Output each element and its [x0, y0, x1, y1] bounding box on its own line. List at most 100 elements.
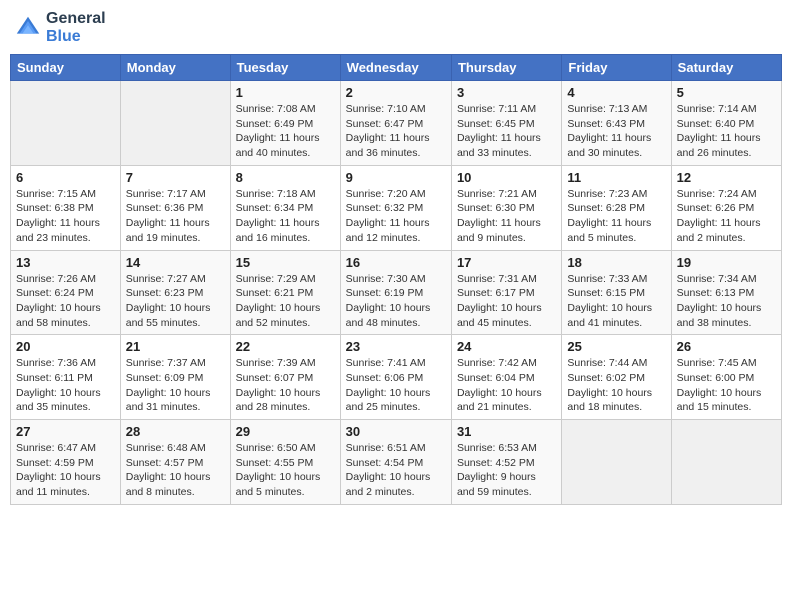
- calendar-cell: 9Sunrise: 7:20 AM Sunset: 6:32 PM Daylig…: [340, 165, 451, 250]
- calendar-cell: 21Sunrise: 7:37 AM Sunset: 6:09 PM Dayli…: [120, 335, 230, 420]
- calendar-cell: 14 Sunrise: 7:27 AM Sunset: 6:23 PM Dayli…: [120, 250, 230, 335]
- weekday-header-tuesday: Tuesday: [230, 55, 340, 81]
- calendar-cell: 29 Sunrise: 6:50 AM Sunset: 4:55 PM Dayli…: [230, 420, 340, 505]
- calendar-cell: 11 Sunrise: 7:23 AM Sunset: 6:28 PM Dayli…: [562, 165, 671, 250]
- day-info: Sunrise: 7:23 AM Sunset: 6:28 PM Dayligh…: [567, 187, 665, 246]
- day-number: 26: [677, 339, 776, 354]
- week-row-3: 13Sunrise: 7:26 AM Sunset: 6:24 PM Dayli…: [11, 250, 782, 335]
- calendar-cell: 31 Sunrise: 6:53 AM Sunset: 4:52 PM Dayli…: [451, 420, 561, 505]
- calendar-cell: 15 Sunrise: 7:29 AM Sunset: 6:21 PM Dayli…: [230, 250, 340, 335]
- logo: General Blue: [14, 10, 106, 46]
- day-number: 15: [236, 255, 335, 270]
- day-info: Sunrise: 7:42 AM Sunset: 6:04 PM Dayligh…: [457, 356, 556, 415]
- calendar-cell: 24 Sunrise: 7:42 AM Sunset: 6:04 PM Dayli…: [451, 335, 561, 420]
- calendar-cell: 16 Sunrise: 7:30 AM Sunset: 6:19 PM Dayli…: [340, 250, 451, 335]
- day-number: 1: [236, 85, 335, 100]
- calendar-cell: 18 Sunrise: 7:33 AM Sunset: 6:15 PM Dayli…: [562, 250, 671, 335]
- day-number: 22: [236, 339, 335, 354]
- day-number: 18: [567, 255, 665, 270]
- day-info: Sunrise: 6:51 AM Sunset: 4:54 PM Dayligh…: [346, 441, 446, 500]
- week-row-4: 20 Sunrise: 7:36 AM Sunset: 6:11 PM Dayli…: [11, 335, 782, 420]
- day-number: 6: [16, 170, 115, 185]
- day-info: Sunrise: 7:45 AM Sunset: 6:00 PM Dayligh…: [677, 356, 776, 415]
- day-info: Sunrise: 7:36 AM Sunset: 6:11 PM Dayligh…: [16, 356, 115, 415]
- calendar-cell: 4 Sunrise: 7:13 AM Sunset: 6:43 PM Daylig…: [562, 81, 671, 166]
- day-number: 5: [677, 85, 776, 100]
- weekday-header-wednesday: Wednesday: [340, 55, 451, 81]
- calendar-cell: 28 Sunrise: 6:48 AM Sunset: 4:57 PM Dayli…: [120, 420, 230, 505]
- calendar-cell: 26 Sunrise: 7:45 AM Sunset: 6:00 PM Dayli…: [671, 335, 781, 420]
- day-info: Sunrise: 7:33 AM Sunset: 6:15 PM Dayligh…: [567, 272, 665, 331]
- calendar-cell: 12 Sunrise: 7:24 AM Sunset: 6:26 PM Dayli…: [671, 165, 781, 250]
- calendar-cell: 23 Sunrise: 7:41 AM Sunset: 6:06 PM Dayli…: [340, 335, 451, 420]
- day-info: Sunrise: 6:47 AM Sunset: 4:59 PM Dayligh…: [16, 441, 115, 500]
- calendar-cell: 25 Sunrise: 7:44 AM Sunset: 6:02 PM Dayli…: [562, 335, 671, 420]
- calendar-cell: [562, 420, 671, 505]
- day-number: 4: [567, 85, 665, 100]
- day-info: Sunrise: 6:48 AM Sunset: 4:57 PM Dayligh…: [126, 441, 225, 500]
- day-info: Sunrise: 7:44 AM Sunset: 6:02 PM Dayligh…: [567, 356, 665, 415]
- calendar-cell: [671, 420, 781, 505]
- day-number: 12: [677, 170, 776, 185]
- logo-text: General Blue: [46, 10, 106, 46]
- calendar-cell: 30Sunrise: 6:51 AM Sunset: 4:54 PM Dayli…: [340, 420, 451, 505]
- day-info: Sunrise: 7:10 AM Sunset: 6:47 PM Dayligh…: [346, 102, 446, 161]
- weekday-header-friday: Friday: [562, 55, 671, 81]
- day-number: 13: [16, 255, 115, 270]
- calendar-cell: 17Sunrise: 7:31 AM Sunset: 6:17 PM Dayli…: [451, 250, 561, 335]
- weekday-header-row: SundayMondayTuesdayWednesdayThursdayFrid…: [11, 55, 782, 81]
- day-number: 16: [346, 255, 446, 270]
- calendar-cell: [120, 81, 230, 166]
- day-info: Sunrise: 7:21 AM Sunset: 6:30 PM Dayligh…: [457, 187, 556, 246]
- calendar-cell: 2Sunrise: 7:10 AM Sunset: 6:47 PM Daylig…: [340, 81, 451, 166]
- day-number: 24: [457, 339, 556, 354]
- day-number: 17: [457, 255, 556, 270]
- calendar-cell: [11, 81, 121, 166]
- day-info: Sunrise: 7:20 AM Sunset: 6:32 PM Dayligh…: [346, 187, 446, 246]
- page-header: General Blue: [10, 10, 782, 46]
- calendar-table: SundayMondayTuesdayWednesdayThursdayFrid…: [10, 54, 782, 505]
- day-info: Sunrise: 7:13 AM Sunset: 6:43 PM Dayligh…: [567, 102, 665, 161]
- weekday-header-saturday: Saturday: [671, 55, 781, 81]
- day-number: 11: [567, 170, 665, 185]
- day-info: Sunrise: 7:30 AM Sunset: 6:19 PM Dayligh…: [346, 272, 446, 331]
- day-number: 14: [126, 255, 225, 270]
- day-info: Sunrise: 7:08 AM Sunset: 6:49 PM Dayligh…: [236, 102, 335, 161]
- day-info: Sunrise: 7:17 AM Sunset: 6:36 PM Dayligh…: [126, 187, 225, 246]
- day-number: 27: [16, 424, 115, 439]
- day-number: 3: [457, 85, 556, 100]
- day-number: 8: [236, 170, 335, 185]
- weekday-header-monday: Monday: [120, 55, 230, 81]
- day-info: Sunrise: 7:24 AM Sunset: 6:26 PM Dayligh…: [677, 187, 776, 246]
- day-number: 19: [677, 255, 776, 270]
- calendar-cell: 6 Sunrise: 7:15 AM Sunset: 6:38 PM Daylig…: [11, 165, 121, 250]
- calendar-cell: 13Sunrise: 7:26 AM Sunset: 6:24 PM Dayli…: [11, 250, 121, 335]
- calendar-cell: 10 Sunrise: 7:21 AM Sunset: 6:30 PM Dayli…: [451, 165, 561, 250]
- day-info: Sunrise: 7:14 AM Sunset: 6:40 PM Dayligh…: [677, 102, 776, 161]
- day-number: 20: [16, 339, 115, 354]
- day-info: Sunrise: 7:41 AM Sunset: 6:06 PM Dayligh…: [346, 356, 446, 415]
- day-info: Sunrise: 6:50 AM Sunset: 4:55 PM Dayligh…: [236, 441, 335, 500]
- day-number: 29: [236, 424, 335, 439]
- calendar-cell: 19Sunrise: 7:34 AM Sunset: 6:13 PM Dayli…: [671, 250, 781, 335]
- calendar-cell: 27 Sunrise: 6:47 AM Sunset: 4:59 PM Dayli…: [11, 420, 121, 505]
- day-number: 25: [567, 339, 665, 354]
- day-number: 28: [126, 424, 225, 439]
- day-info: Sunrise: 7:39 AM Sunset: 6:07 PM Dayligh…: [236, 356, 335, 415]
- day-number: 10: [457, 170, 556, 185]
- day-number: 31: [457, 424, 556, 439]
- day-info: Sunrise: 7:37 AM Sunset: 6:09 PM Dayligh…: [126, 356, 225, 415]
- weekday-header-thursday: Thursday: [451, 55, 561, 81]
- calendar-cell: 7 Sunrise: 7:17 AM Sunset: 6:36 PM Daylig…: [120, 165, 230, 250]
- day-number: 23: [346, 339, 446, 354]
- day-info: Sunrise: 7:29 AM Sunset: 6:21 PM Dayligh…: [236, 272, 335, 331]
- day-info: Sunrise: 7:27 AM Sunset: 6:23 PM Dayligh…: [126, 272, 225, 331]
- day-info: Sunrise: 7:18 AM Sunset: 6:34 PM Dayligh…: [236, 187, 335, 246]
- calendar-cell: 20 Sunrise: 7:36 AM Sunset: 6:11 PM Dayli…: [11, 335, 121, 420]
- logo-icon: [14, 14, 42, 42]
- day-number: 7: [126, 170, 225, 185]
- day-info: Sunrise: 7:11 AM Sunset: 6:45 PM Dayligh…: [457, 102, 556, 161]
- day-info: Sunrise: 7:15 AM Sunset: 6:38 PM Dayligh…: [16, 187, 115, 246]
- day-info: Sunrise: 6:53 AM Sunset: 4:52 PM Dayligh…: [457, 441, 556, 500]
- weekday-header-sunday: Sunday: [11, 55, 121, 81]
